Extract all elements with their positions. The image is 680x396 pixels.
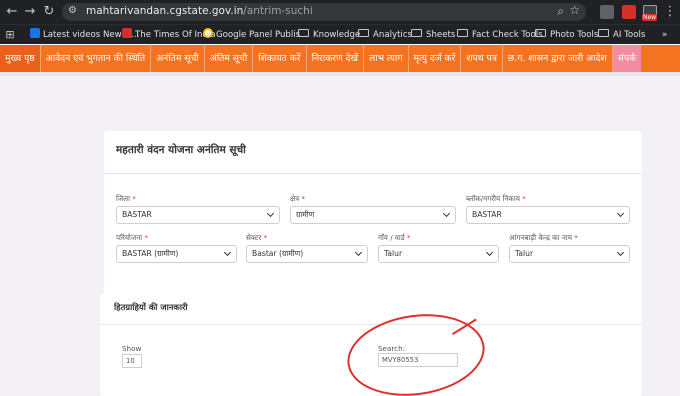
site-info-icon[interactable]: ⚙: [68, 5, 77, 16]
chevron-down-icon: [442, 209, 451, 218]
nd-icon: [30, 28, 40, 38]
area-select[interactable]: ग्रामीण: [290, 206, 456, 224]
village-label: गाँव / वार्ड *: [378, 233, 411, 242]
nav-final-list[interactable]: अंतिम सूची: [205, 45, 254, 72]
main-nav: मुख्य पृष्ठ आवेदन एवं भुगतान की स्थिति अ…: [0, 45, 680, 72]
nav-application-status[interactable]: आवेदन एवं भुगतान की स्थिति: [41, 45, 152, 72]
nav-affidavit[interactable]: शपथ पत्र: [461, 45, 503, 72]
divider: [104, 173, 642, 174]
bookmark-folder[interactable]: Sheets: [411, 28, 455, 42]
sector-label: सेक्टर *: [246, 233, 268, 242]
bookmark-star-icon[interactable]: ☆: [569, 3, 580, 17]
block-select[interactable]: BASTAR: [466, 206, 630, 224]
district-select[interactable]: BASTAR: [116, 206, 280, 224]
folder-icon: [535, 29, 546, 37]
google-icon: [203, 28, 213, 38]
project-label: परियोजना *: [116, 233, 148, 242]
chevron-down-icon: [616, 209, 625, 218]
menu-icon[interactable]: ⋮: [660, 2, 680, 22]
apps-grid-icon[interactable]: ⊞: [0, 25, 20, 45]
page-size-select[interactable]: 10: [122, 354, 142, 368]
chevron-down-icon: [266, 209, 275, 218]
chevron-down-icon: [616, 248, 625, 257]
nav-govt-orders[interactable]: छ.ग. शासन द्वारा जारी आदेश: [503, 45, 613, 72]
block-label: ब्लॉक/नगरीय निकाय *: [466, 194, 526, 203]
district-label: जिला *: [116, 194, 136, 203]
nav-benefit-relinquish[interactable]: लाभ त्याग: [364, 45, 409, 72]
bookmark-item[interactable]: Google Panel Publis...: [203, 28, 308, 42]
back-icon[interactable]: ←: [2, 2, 22, 22]
divider: [100, 324, 642, 325]
bookmarks-bar: ⊞ Latest videos News i... The Times Of I…: [0, 24, 680, 44]
project-select[interactable]: BASTAR (ग्रामीण): [116, 245, 237, 263]
url-text: mahtarivandan.cgstate.gov.in/antrim-such…: [86, 5, 313, 17]
anganwadi-select[interactable]: Talur: [509, 245, 630, 263]
reload-icon[interactable]: ↻: [39, 2, 59, 22]
village-select[interactable]: Talur: [378, 245, 499, 263]
show-label: Show: [122, 344, 142, 353]
address-bar[interactable]: ⚙ mahtarivandan.cgstate.gov.in/antrim-su…: [62, 3, 586, 21]
bookmark-folder[interactable]: Knowledge: [298, 28, 360, 42]
page-content: महतारी वंदन योजना अनंतिम सूची जिला * BAS…: [0, 76, 680, 396]
folder-icon: [298, 29, 309, 37]
folder-icon: [358, 29, 369, 37]
bookmark-folder[interactable]: Photo Tools: [535, 28, 598, 42]
more-bookmarks-icon[interactable]: »: [662, 28, 667, 42]
folder-icon: [457, 29, 468, 37]
nav-complaint[interactable]: शिकायत करें: [253, 45, 307, 72]
folder-icon: [598, 29, 609, 37]
chevron-down-icon: [485, 248, 494, 257]
page-title: महतारी वंदन योजना अनंतिम सूची: [116, 144, 246, 156]
bookmark-item[interactable]: The Times Of India: [122, 28, 216, 42]
sector-select[interactable]: Bastar (ग्रामीण): [246, 245, 368, 263]
section-title: हितग्राहियों की जानकारी: [114, 302, 188, 312]
forward-icon[interactable]: →: [20, 2, 40, 22]
area-label: क्षेत्र *: [290, 194, 306, 203]
toi-icon: [122, 28, 132, 38]
bookmark-folder[interactable]: Analytics: [358, 28, 412, 42]
nav-home[interactable]: मुख्य पृष्ठ: [0, 45, 41, 72]
bookmark-folder[interactable]: AI Tools: [598, 28, 645, 42]
folder-icon: [411, 29, 422, 37]
extension-icon[interactable]: New: [642, 5, 658, 21]
extension-icon[interactable]: [600, 5, 614, 19]
nav-provisional-list[interactable]: अनंतिम सूची: [151, 45, 205, 72]
extension-icon[interactable]: [622, 5, 636, 19]
new-badge: New: [642, 14, 658, 21]
nav-contact[interactable]: संपर्क: [612, 45, 642, 72]
nav-death-register[interactable]: मृत्यु दर्ज करें: [409, 45, 462, 72]
anganwadi-label: आंगनबाड़ी केन्द्र का नाम *: [509, 233, 578, 242]
nav-resolution[interactable]: निराकरण देखें: [307, 45, 364, 72]
chevron-down-icon: [223, 248, 232, 257]
chevron-down-icon: [354, 248, 363, 257]
browser-toolbar: ← → ↻ ⚙ mahtarivandan.cgstate.gov.in/ant…: [0, 0, 680, 24]
zoom-icon[interactable]: ⌕: [557, 4, 564, 19]
bookmark-folder[interactable]: Fact Check Tools: [457, 28, 543, 42]
